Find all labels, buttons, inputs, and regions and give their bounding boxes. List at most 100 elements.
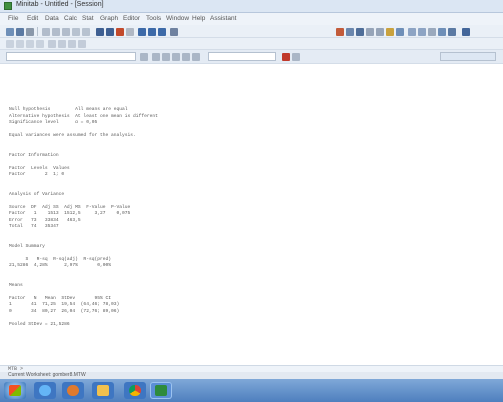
menu-edit[interactable]: Edit: [27, 15, 38, 22]
insert-rows-icon[interactable]: [16, 40, 24, 48]
minitab-taskbar-icon: [155, 385, 167, 396]
help-icon[interactable]: [116, 28, 124, 36]
menu-data[interactable]: Data: [45, 15, 59, 22]
taskbar-media[interactable]: [62, 382, 84, 399]
session-output-line: Analysis of Variance: [9, 191, 65, 197]
menu-help[interactable]: Help: [192, 15, 205, 22]
session-output-line: Pooled StDev = 21,5286: [9, 321, 70, 327]
insert-cells-icon[interactable]: [6, 40, 14, 48]
media-player-icon: [67, 385, 79, 396]
align-left-icon[interactable]: [182, 53, 190, 61]
graph-edit-icon[interactable]: [346, 28, 354, 36]
menu-window[interactable]: Window: [166, 15, 189, 22]
status-text: Current Worksheet: gomber8.MTW: [8, 372, 86, 378]
session-output-line: 21,5286 4,28% 2,97% 0,00%: [9, 263, 111, 268]
graph-element-dropdown[interactable]: [208, 52, 276, 61]
menu-editor[interactable]: Editor: [123, 15, 140, 22]
folder-icon: [97, 385, 109, 396]
find-icon[interactable]: [138, 28, 146, 36]
find-next-icon[interactable]: [148, 28, 156, 36]
project-manager-icon[interactable]: [448, 28, 456, 36]
session-output-line: S R-sq R-sq(adj) R-sq(pred): [9, 256, 111, 262]
chrome-icon: [129, 385, 141, 396]
session-window-icon[interactable]: [106, 28, 114, 36]
menu-tools[interactable]: Tools: [146, 15, 161, 22]
bold-icon[interactable]: [152, 53, 160, 61]
delete-icon[interactable]: [282, 53, 290, 61]
graph-window-icon[interactable]: [396, 28, 404, 36]
italic-icon[interactable]: [162, 53, 170, 61]
brush-icon[interactable]: [48, 40, 56, 48]
toolbar-right-field[interactable]: [440, 52, 496, 61]
print-icon[interactable]: [26, 28, 34, 36]
replace-icon[interactable]: [158, 28, 166, 36]
insert-columns-icon[interactable]: [26, 40, 34, 48]
worksheet-icon[interactable]: [438, 28, 446, 36]
copy-icon[interactable]: [52, 28, 60, 36]
graph-annotate-icon[interactable]: [356, 28, 364, 36]
more-options-icon[interactable]: [292, 53, 300, 61]
worksheet-toolbar: [0, 38, 503, 50]
stop-icon[interactable]: [126, 28, 134, 36]
graph-folder-icon[interactable]: [386, 28, 394, 36]
standard-toolbar: [0, 25, 503, 38]
session-output-line: 0 34 80,27 26,04 (72,76; 89,06): [9, 308, 120, 314]
session-output-line: Factor Information: [9, 152, 59, 158]
graph-brush-icon[interactable]: [336, 28, 344, 36]
windows-taskbar: [0, 379, 503, 402]
session-output-line: Factor Levels Values: [9, 165, 70, 171]
formatting-toolbar: [0, 50, 503, 64]
session-output-line: Total 74 35347: [9, 224, 59, 229]
window-title: Minitab - Untitled - [Session]: [16, 1, 104, 8]
align-center-icon[interactable]: [192, 53, 200, 61]
taskbar-explorer[interactable]: [92, 382, 114, 399]
graph-layout-icon[interactable]: [366, 28, 374, 36]
session-output-line: Significance level α = 0,05: [9, 120, 98, 125]
menu-calc[interactable]: Calc: [64, 15, 77, 22]
graph-zoom-icon[interactable]: [376, 28, 384, 36]
menu-graph[interactable]: Graph: [100, 15, 118, 22]
cascade-windows-icon[interactable]: [418, 28, 426, 36]
session-window[interactable]: Null hypothesis All means are equal Alter…: [0, 65, 503, 365]
set-id-variables-icon[interactable]: [58, 40, 66, 48]
cut-icon[interactable]: [42, 28, 50, 36]
session-output-line: Model Summary: [9, 243, 45, 249]
taskbar-minitab[interactable]: [150, 382, 172, 399]
undo-icon[interactable]: [72, 28, 80, 36]
edit-last-dialog-icon[interactable]: [96, 28, 104, 36]
font-size-dropdown[interactable]: [140, 53, 148, 61]
session-output-line: Factor N Mean StDev 95% CI: [9, 295, 111, 301]
open-project-icon[interactable]: [6, 28, 14, 36]
tile-windows-icon[interactable]: [408, 28, 416, 36]
taskbar-chrome[interactable]: [124, 382, 146, 399]
taskbar-ie[interactable]: [34, 382, 56, 399]
toolbar-icon[interactable]: [170, 28, 178, 36]
menu-bar: File Edit Data Calc Stat Graph Editor To…: [0, 13, 503, 25]
underline-icon[interactable]: [172, 53, 180, 61]
session-output-line: Alternative hypothesis At least one mean…: [9, 113, 158, 119]
menu-stat[interactable]: Stat: [82, 15, 94, 22]
session-output-line: Equal variances were assumed for the ana…: [9, 133, 136, 138]
session-output-line: Factor 2 1; 0: [9, 172, 65, 177]
menu-file[interactable]: File: [8, 15, 18, 22]
move-columns-icon[interactable]: [36, 40, 44, 48]
save-project-icon[interactable]: [16, 28, 24, 36]
report-pad-icon[interactable]: [462, 28, 470, 36]
session-output-line: Factor 1 1513 1512,5 3,27 0,075: [9, 211, 131, 216]
start-button[interactable]: [4, 382, 26, 399]
session-output-line: Error 73 33834 463,5: [9, 217, 81, 223]
paste-icon[interactable]: [62, 28, 70, 36]
windows-logo-icon: [9, 385, 21, 396]
session-output-line: Means: [9, 282, 23, 288]
session-output-line: Null hypothesis All means are equal: [9, 107, 128, 112]
update-graph-icon[interactable]: [78, 40, 86, 48]
font-name-dropdown[interactable]: [6, 52, 136, 61]
command-line[interactable]: MTB >: [0, 365, 503, 372]
toolbar-separator: [37, 27, 38, 36]
brushing-palette-icon[interactable]: [68, 40, 76, 48]
redo-icon[interactable]: [82, 28, 90, 36]
arrange-icons-icon[interactable]: [428, 28, 436, 36]
session-output-line: 1 41 71,25 19,54 (64,46; 78,03): [9, 302, 120, 307]
minitab-window: Minitab - Untitled - [Session] File Edit…: [0, 0, 503, 402]
menu-assistant[interactable]: Assistant: [210, 15, 236, 22]
